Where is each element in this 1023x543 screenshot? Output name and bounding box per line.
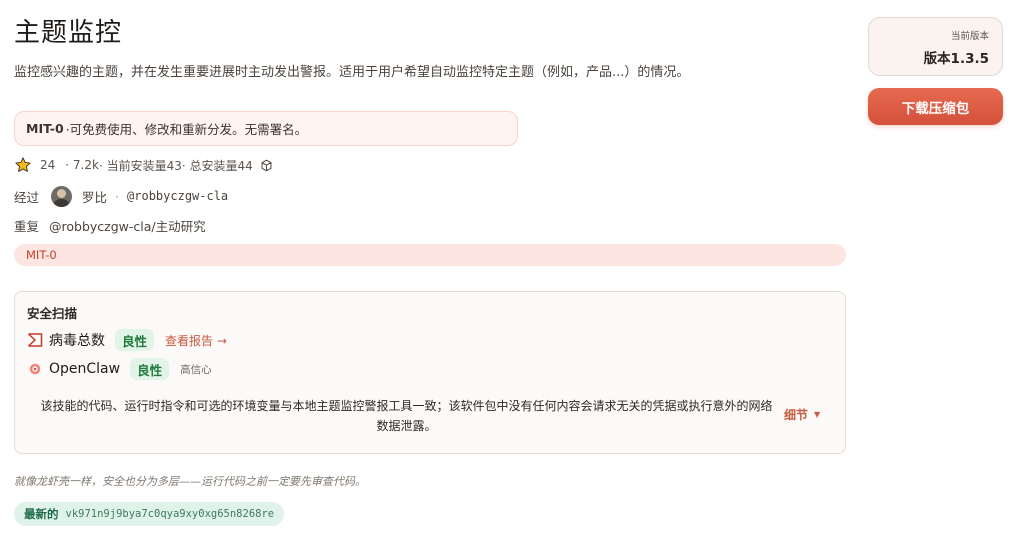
virustotal-row: 病毒总数 良性 查看报告 →	[27, 328, 833, 352]
page-title: 主题监控	[14, 18, 123, 48]
license-pill: MIT-0	[14, 244, 846, 266]
star-icon[interactable]	[14, 156, 32, 174]
package-icon	[261, 159, 272, 171]
license-summary: MIT-0 ·可免费使用、修改和重新分发。无需署名。	[14, 111, 518, 146]
openclaw-verdict-badge: 良性	[130, 358, 170, 380]
page-description: 监控感兴趣的主题，并在发生重要进展时主动发出警报。适用于用户希望自动监控特定主题…	[14, 65, 690, 80]
stats-row: 24 · 7.2k · 当前安装量43 · 总安装量44	[14, 155, 846, 175]
security-scan-panel: 安全扫描 病毒总数 良性 查看报告 → OpenClaw 良性 高信心 该技能的…	[14, 291, 846, 454]
current-installs: · 当前安装量43	[98, 158, 182, 173]
latest-hash: vk971n9j9bya7c0qya9xy0xg65n8268re	[65, 508, 275, 520]
author-name[interactable]: 罗比	[82, 187, 107, 206]
latest-label: 最新的	[24, 507, 59, 521]
license-text: ·可免费使用、修改和重新分发。无需署名。	[65, 122, 308, 137]
virustotal-icon	[27, 333, 43, 347]
scan-summary: 该技能的代码、运行时指令和可选的环境变量与本地主题监控警报工具一致；该软件包中没…	[40, 399, 773, 433]
download-count: · 7.2k	[65, 158, 99, 172]
total-installs: · 总安装量44	[181, 158, 253, 173]
author-byline: 经过 罗比 · @robbyczgw-cla	[14, 185, 846, 207]
details-label: 细节	[784, 408, 809, 422]
fork-label: 重复	[14, 218, 40, 234]
avatar[interactable]	[51, 185, 73, 207]
star-count: 24	[40, 158, 56, 172]
byline-dot: ·	[115, 188, 120, 204]
view-report-link[interactable]: 查看报告 →	[165, 332, 227, 349]
openclaw-row: OpenClaw 良性 高信心	[27, 357, 833, 381]
security-scan-title: 安全扫描	[27, 306, 78, 321]
version-value: 版本1.3.5	[923, 51, 989, 67]
virustotal-name: 病毒总数	[49, 333, 105, 349]
details-toggle[interactable]: 细节 ▼	[784, 406, 820, 423]
main-content: 主题监控 监控感兴趣的主题，并在发生重要进展时主动发出警报。适用于用户希望自动监…	[14, 14, 846, 526]
author-handle[interactable]: @robbyczgw-cla	[127, 189, 228, 203]
fork-row: 重复 @robbyczgw-cla/主动研究	[14, 215, 846, 235]
latest-version-pill[interactable]: 最新的 vk971n9j9bya7c0qya9xy0xg65n8268re	[14, 502, 285, 526]
version-label: 当前版本	[950, 31, 989, 42]
security-note: 就像龙虾壳一样，安全也分为多层——运行代码之前一定要先审查代码。	[14, 475, 366, 488]
byline-label: 经过	[14, 189, 40, 205]
openclaw-name: OpenClaw	[49, 361, 121, 377]
virustotal-verdict-badge: 良性	[115, 329, 155, 351]
download-zip-button[interactable]: 下载压缩包	[868, 88, 1003, 125]
sidebar: 当前版本 版本1.3.5 下载压缩包	[868, 17, 1003, 125]
caret-down-icon: ▼	[814, 410, 821, 419]
openclaw-confidence: 高信心	[180, 363, 212, 376]
version-card: 当前版本 版本1.3.5	[868, 17, 1003, 76]
fork-source-link[interactable]: @robbyczgw-cla/主动研究	[49, 216, 206, 235]
openclaw-icon	[29, 363, 41, 375]
license-name: MIT-0	[26, 121, 64, 136]
